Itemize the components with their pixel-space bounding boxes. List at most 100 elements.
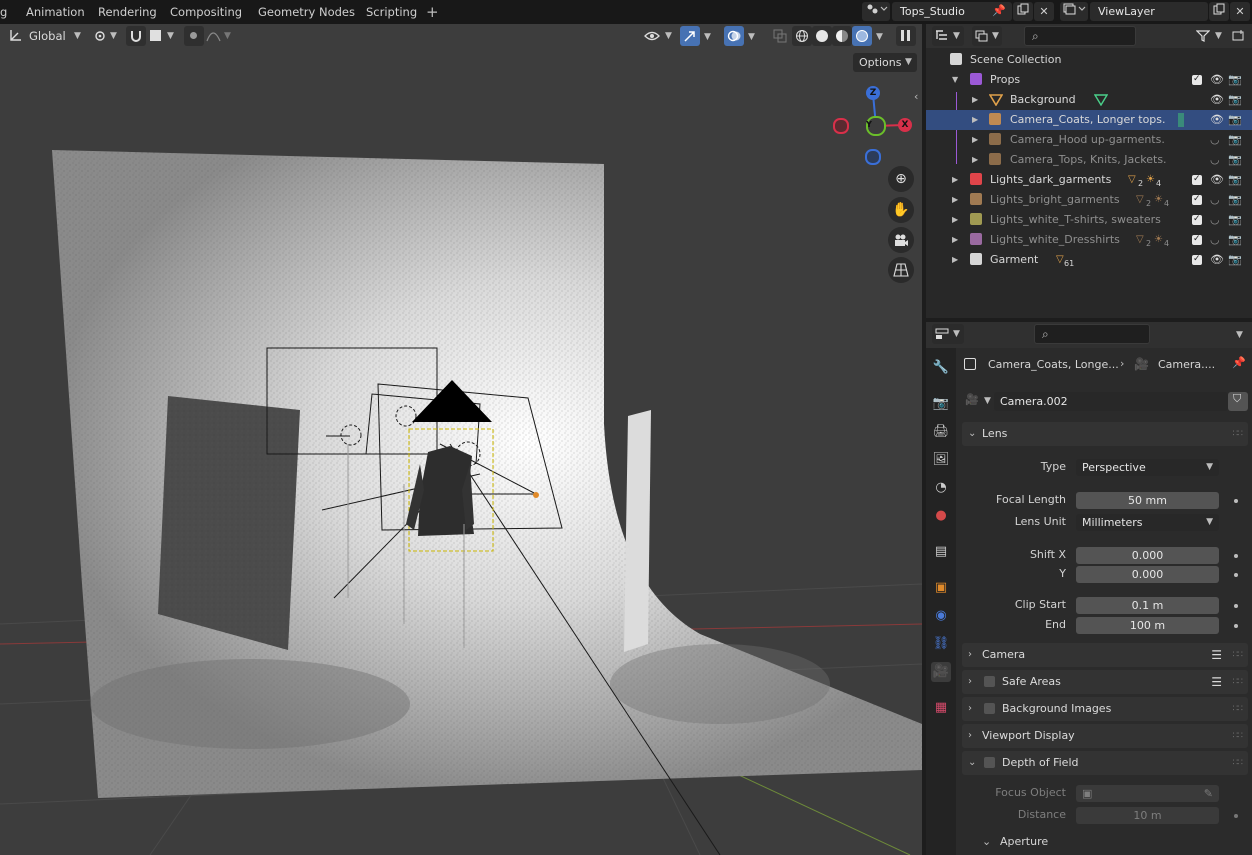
eye-icon[interactable]: 👁 [1210,170,1224,190]
options-dropdown[interactable]: Options ▼ [853,53,917,72]
tab-tool[interactable]: 🔧 [931,358,951,378]
tab-texture[interactable]: ▦ [931,698,951,718]
overlays-toggle[interactable] [724,26,744,46]
eye-icon[interactable]: 👁 [1210,250,1224,270]
shift-y-field[interactable]: 0.000 [1076,566,1219,583]
properties-options-chevron[interactable]: ▼ [1236,330,1243,340]
eye-closed-icon[interactable]: ◡ [1210,130,1220,150]
tab-compositing[interactable]: Compositing [170,0,242,24]
tab-rendering[interactable]: Rendering [98,0,157,24]
toggle-perspective-button[interactable] [888,257,914,283]
focus-distance-field[interactable]: 10 m [1076,807,1219,824]
panel-aperture-header[interactable]: ⌄ Aperture [978,832,1238,852]
camera-view-button[interactable] [888,227,914,253]
eye-icon[interactable]: 👁 [1210,90,1224,110]
camera-render-icon[interactable]: 📷 [1228,210,1242,230]
expand-down-icon[interactable]: ▼ [952,70,958,90]
shading-wireframe-button[interactable] [792,26,812,46]
panel-viewport-display-header[interactable]: › Viewport Display ∷∷ [962,724,1248,748]
camera-render-icon[interactable]: 📷 [1228,170,1242,190]
drag-grip-icon[interactable]: ∷∷ [1233,670,1244,694]
xray-toggle[interactable] [770,26,790,46]
eye-icon[interactable]: 👁 [1210,110,1224,130]
overlays-dropdown-chevron[interactable]: ▼ [748,32,755,42]
tab-camera-data[interactable]: 🎥 [931,662,951,682]
delete-viewlayer-button[interactable]: ✕ [1230,2,1250,21]
shading-rendered-button[interactable] [852,26,872,46]
exclude-checkbox[interactable] [1192,69,1202,89]
expand-right-icon[interactable]: ▶ [972,130,978,150]
eye-closed-icon[interactable]: ◡ [1210,210,1220,230]
preset-list-icon[interactable]: ☰ [1211,643,1222,667]
tab-scripting[interactable]: Scripting [366,0,417,24]
camera-render-icon[interactable]: 📷 [1228,70,1242,90]
list-item-garment[interactable]: ▶ Garment ▽ 61 👁 📷 [926,249,1252,270]
keyframe-dot-icon[interactable] [1234,814,1238,818]
panel-camera-header[interactable]: › Camera ☰ ∷∷ [962,643,1248,667]
new-viewlayer-button[interactable] [1209,2,1229,21]
pin-icon[interactable]: 📌 [992,4,1006,17]
exclude-checkbox[interactable] [1192,249,1202,269]
shift-x-field[interactable]: 0.000 [1076,547,1219,564]
gizmo-toggle[interactable] [680,26,700,46]
delete-scene-button[interactable]: ✕ [1034,2,1054,21]
keyframe-dot-icon[interactable] [1234,554,1238,558]
expand-right-icon[interactable]: ▶ [952,210,958,230]
expand-right-icon[interactable]: ▶ [952,170,958,190]
gizmo-dropdown-chevron[interactable]: ▼ [704,32,711,42]
camera-render-icon[interactable]: 📷 [1228,90,1242,110]
editor-type-dropdown[interactable]: ▼ [932,324,964,344]
tab-animation[interactable]: Animation [26,0,85,24]
viewlayer-name-field[interactable]: ViewLayer [1090,2,1208,21]
fake-user-button[interactable]: ⛉ [1228,392,1248,411]
eye-icon[interactable]: 👁 [1210,70,1224,90]
new-scene-button[interactable] [1013,2,1033,21]
keyframe-dot-icon[interactable] [1234,604,1238,608]
shading-solid-button[interactable] [812,26,832,46]
exclude-checkbox[interactable] [1192,189,1202,209]
lens-unit-dropdown[interactable]: Millimeters ▼ [1076,514,1219,531]
snap-target-dropdown[interactable]: ▼ [146,26,178,46]
camera-render-icon[interactable]: 📷 [1228,110,1242,130]
drag-grip-icon[interactable]: ∷∷ [1233,697,1244,721]
drag-grip-icon[interactable]: ∷∷ [1233,724,1244,748]
gizmo-neg-x-axis[interactable] [833,118,849,134]
gizmo-x-axis[interactable]: X [898,118,912,132]
camera-render-icon[interactable]: 📷 [1228,150,1242,170]
list-item-camera-coats[interactable]: ▶ Camera_Coats, Longer tops. 👁 📷 [926,110,1252,130]
drag-grip-icon[interactable]: ∷∷ [1233,643,1244,667]
expand-right-icon[interactable]: ▶ [972,150,978,170]
focus-object-field[interactable]: ▣ ✎ [1076,785,1219,802]
pause-render-button[interactable] [896,26,916,46]
tab-output[interactable]: 🖨 [931,422,951,442]
depth-of-field-checkbox[interactable] [984,757,995,768]
list-item-background[interactable]: ▶ Background 👁 📷 [926,90,1252,110]
outliner-search-input[interactable]: ⌕ [1024,26,1136,46]
properties-search-input[interactable]: ⌕ [1034,324,1150,344]
snap-toggle[interactable] [126,26,146,46]
display-mode-dropdown[interactable]: ▼ [972,26,1002,46]
list-item-props[interactable]: ▼ Props 👁 📷 [926,69,1252,90]
clip-start-field[interactable]: 0.1 m [1076,597,1219,614]
list-item-lights-bright[interactable]: ▶ Lights_bright_garments ▽ 2 ☀ 4 ◡ 📷 [926,189,1252,210]
pan-view-button[interactable]: ✋ [888,197,914,223]
editor-type-dropdown[interactable]: ▼ [932,26,964,46]
exclude-checkbox[interactable] [1192,229,1202,249]
list-item-camera-hood[interactable]: ▶ Camera_Hood up-garments. ◡ 📷 [926,130,1252,150]
expand-right-icon[interactable]: ▶ [952,230,958,250]
clip-end-field[interactable]: 100 m [1076,617,1219,634]
expand-right-icon[interactable]: ▶ [952,190,958,210]
panel-background-images-header[interactable]: › Background Images ∷∷ [962,697,1248,721]
viewlayer-selector-button[interactable] [1060,2,1088,21]
zoom-view-button[interactable]: ⊕ [888,166,914,192]
visibility-dropdown[interactable]: ▼ [642,26,676,46]
pin-icon[interactable]: 📌 [1232,356,1246,369]
proportional-edit-toggle[interactable] [184,26,204,46]
falloff-dropdown[interactable]: ▼ [204,26,234,46]
add-workspace-button[interactable]: + [426,0,439,24]
transform-orientation-dropdown[interactable]: Global ▼ [4,26,84,46]
keyframe-dot-icon[interactable] [1234,573,1238,577]
drag-grip-icon[interactable]: ∷∷ [1233,422,1244,446]
exclude-checkbox[interactable] [1192,169,1202,189]
expand-right-icon[interactable]: ▶ [952,250,958,270]
